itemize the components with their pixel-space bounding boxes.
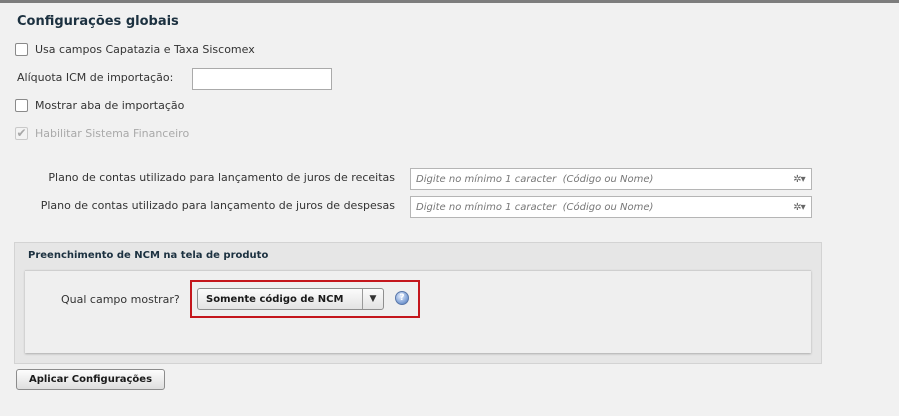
financeiro-label: Habilitar Sistema Financeiro [35,127,190,140]
capatazia-option: Usa campos Capatazia e Taxa Siscomex [15,43,255,56]
aliquota-option: Alíquota ICM de importação: [17,71,173,84]
plano-despesas-input[interactable] [411,198,787,216]
gear-dropdown-icon[interactable]: ✲▾ [787,174,811,185]
capatazia-checkbox[interactable] [15,43,28,56]
capatazia-label: Usa campos Capatazia e Taxa Siscomex [35,43,255,56]
financeiro-checkbox[interactable]: ✔ [15,127,28,140]
top-border [0,0,899,3]
page-title: Configurações globais [17,14,179,29]
chevron-down-icon[interactable]: ▼ [362,289,383,309]
mostrar-aba-label: Mostrar aba de importação [35,99,185,112]
ncm-panel: Preenchimento de NCM na tela de produto … [14,242,822,364]
ncm-select-value: Somente código de NCM [206,293,344,305]
aliquota-label: Alíquota ICM de importação: [17,71,174,84]
aliquota-input[interactable] [192,68,332,90]
mostrar-aba-checkbox[interactable] [15,99,28,112]
apply-settings-button[interactable]: Aplicar Configurações [16,369,165,390]
ncm-field-select[interactable]: Somente código de NCM ▼ [197,288,384,310]
plano-receitas-label: Plano de contas utilizado para lançament… [48,171,395,184]
mostrar-aba-option: Mostrar aba de importação [15,99,184,112]
plano-despesas-combo: ✲▾ [410,196,812,218]
ncm-panel-body: Qual campo mostrar? Somente código de NC… [25,270,811,353]
ncm-panel-title: Preenchimento de NCM na tela de produto [28,250,269,261]
gear-dropdown-icon[interactable]: ✲▾ [787,202,811,213]
qual-campo-label: Qual campo mostrar? [61,293,180,306]
highlight-box: Somente código de NCM ▼ ? [190,280,420,318]
help-icon[interactable]: ? [395,291,409,305]
plano-despesas-label: Plano de contas utilizado para lançament… [40,199,395,212]
financeiro-option: ✔ Habilitar Sistema Financeiro [15,127,189,140]
plano-receitas-input[interactable] [411,170,787,188]
plano-receitas-combo: ✲▾ [410,168,812,190]
